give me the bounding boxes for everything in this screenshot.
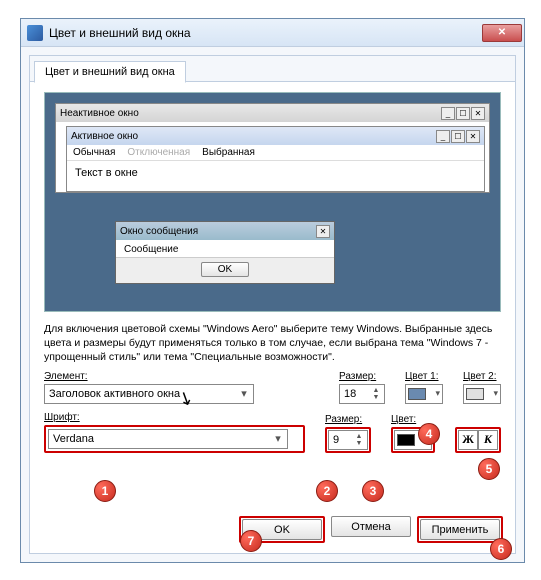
tab-appearance[interactable]: Цвет и внешний вид окна xyxy=(34,61,186,83)
active-title: Активное окно xyxy=(71,131,436,142)
preview-body-text: Текст в окне xyxy=(67,161,484,191)
spinner-icon: ▲▼ xyxy=(353,433,365,447)
bold-button[interactable]: Ж xyxy=(458,430,478,450)
element-dropdown[interactable]: Заголовок активного окна ▾ xyxy=(44,384,254,404)
chevron-down-icon: ▾ xyxy=(237,387,251,400)
font-size-spinner[interactable]: 9 ▲▼ xyxy=(328,430,368,450)
label-color1: Цвет 1: xyxy=(405,371,443,382)
tab-bar: Цвет и внешний вид окна xyxy=(30,56,515,82)
label-color2: Цвет 2: xyxy=(463,371,501,382)
msg-ok-button[interactable]: OK xyxy=(201,262,249,277)
minimize-icon[interactable]: _ xyxy=(436,130,450,143)
label-font: Шрифт: xyxy=(44,412,305,423)
preview-inactive-window[interactable]: Неактивное окно _ ☐ ✕ Активное окно xyxy=(55,103,490,193)
font-dropdown[interactable]: Verdana ▾ xyxy=(48,429,288,449)
chevron-down-icon: ▾ xyxy=(493,388,498,399)
cancel-button[interactable]: Отмена xyxy=(331,516,411,537)
color2-picker[interactable]: ▾ xyxy=(463,384,501,404)
chevron-down-icon: ▾ xyxy=(271,432,285,445)
dialog-body: Цвет и внешний вид окна Неактивное окно … xyxy=(29,55,516,554)
menu-selected[interactable]: Выбранная xyxy=(202,147,255,158)
menu-disabled: Отключенная xyxy=(127,147,190,158)
label-fsize: Размер: xyxy=(325,414,371,425)
help-text: Для включения цветовой схемы "Windows Ae… xyxy=(44,322,501,365)
italic-button[interactable]: К xyxy=(478,430,498,450)
preview-panel: Неактивное окно _ ☐ ✕ Активное окно xyxy=(44,92,501,312)
badge-6: 6 xyxy=(490,538,512,560)
label-size: Размер: xyxy=(339,371,385,382)
inactive-title: Неактивное окно xyxy=(60,108,441,119)
color1-picker[interactable]: ▾ xyxy=(405,384,443,404)
apply-button[interactable]: Применить xyxy=(420,519,500,540)
maximize-icon[interactable]: ☐ xyxy=(451,130,465,143)
titlebar[interactable]: Цвет и внешний вид окна ✕ xyxy=(21,19,524,47)
minimize-icon[interactable]: _ xyxy=(441,107,455,120)
window-title: Цвет и внешний вид окна xyxy=(49,26,482,40)
preview-message-window[interactable]: Окно сообщения ✕ Сообщение OK xyxy=(115,221,335,284)
dialog-buttons: OK Отмена Применить xyxy=(239,516,503,543)
window-buttons: _ ☐ ✕ xyxy=(441,107,485,120)
dialog-window: Цвет и внешний вид окна ✕ Цвет и внешний… xyxy=(20,18,525,563)
preview-menu: Обычная Отключенная Выбранная xyxy=(67,145,484,161)
chevron-down-icon: ▾ xyxy=(435,388,440,399)
color-swatch xyxy=(408,388,426,400)
msg-title: Окно сообщения xyxy=(120,226,316,237)
close-icon[interactable]: ✕ xyxy=(471,107,485,120)
badge-5: 5 xyxy=(478,458,500,480)
badge-2: 2 xyxy=(316,480,338,502)
close-icon[interactable]: ✕ xyxy=(316,225,330,238)
maximize-icon[interactable]: ☐ xyxy=(456,107,470,120)
element-size-spinner[interactable]: 18 ▲▼ xyxy=(339,384,385,404)
close-icon[interactable]: ✕ xyxy=(466,130,480,143)
badge-7: 7 xyxy=(240,530,262,552)
msg-body: Сообщение xyxy=(116,240,334,257)
menu-normal[interactable]: Обычная xyxy=(73,147,115,158)
preview-active-window[interactable]: Активное окно _ ☐ ✕ Обычная Отключенная xyxy=(66,126,485,192)
color-swatch xyxy=(397,434,415,446)
label-element: Элемент: xyxy=(44,371,319,382)
badge-1: 1 xyxy=(94,480,116,502)
color-swatch xyxy=(466,388,484,400)
content-area: Неактивное окно _ ☐ ✕ Активное окно xyxy=(30,82,515,463)
close-button[interactable]: ✕ xyxy=(482,24,522,42)
spinner-icon: ▲▼ xyxy=(370,387,382,401)
badge-4: 4 xyxy=(418,423,440,445)
app-icon xyxy=(27,25,43,41)
badge-3: 3 xyxy=(362,480,384,502)
